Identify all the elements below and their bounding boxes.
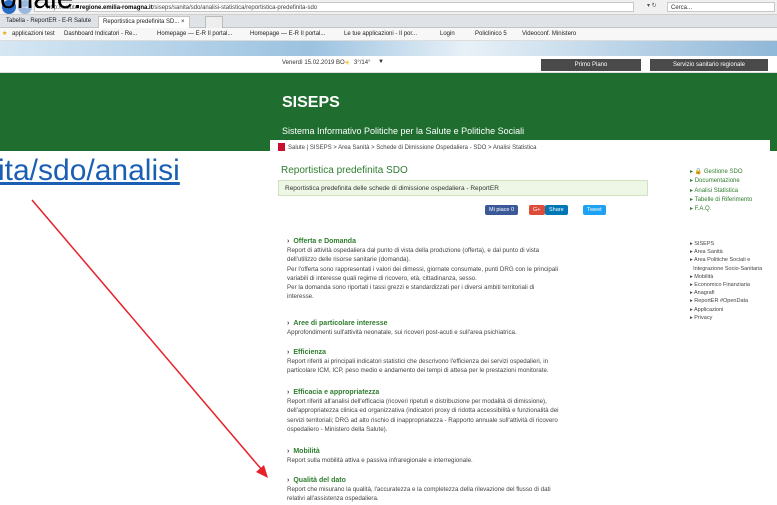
annotation-arrow	[31, 199, 268, 478]
